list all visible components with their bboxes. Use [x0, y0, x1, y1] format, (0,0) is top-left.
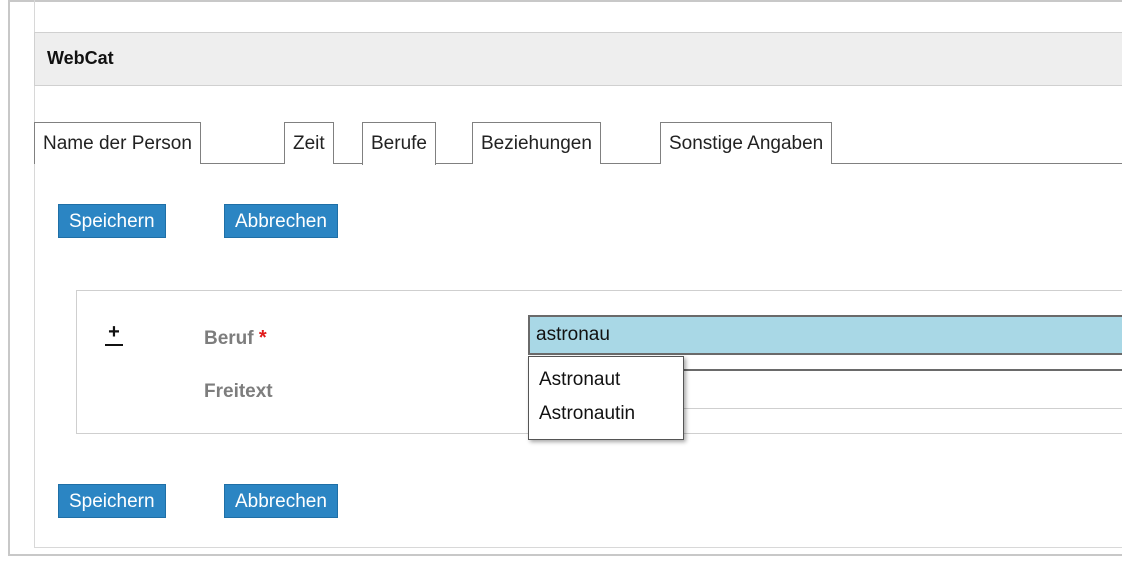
tab-zeit[interactable]: Zeit — [284, 122, 334, 164]
app-title: WebCat — [47, 48, 114, 68]
beruf-input[interactable] — [528, 315, 1122, 355]
tab-bar: Name der Person Zeit Berufe Beziehungen … — [34, 122, 1122, 165]
tab-beziehungen[interactable]: Beziehungen — [472, 122, 601, 164]
save-button-bottom[interactable]: Speichern — [58, 484, 166, 518]
beruf-label: Beruf * — [204, 327, 267, 350]
required-marker: * — [258, 327, 267, 349]
title-bar: WebCat — [34, 32, 1122, 86]
autocomplete-option-astronautin[interactable]: Astronautin — [539, 403, 635, 425]
expand-icon[interactable]: + — [104, 322, 124, 346]
beruf-label-text: Beruf — [204, 328, 254, 349]
tab-sonstige-angaben[interactable]: Sonstige Angaben — [660, 122, 833, 164]
tab-name-der-person[interactable]: Name der Person — [34, 122, 201, 164]
save-button-top[interactable]: Speichern — [58, 204, 166, 238]
freitext-label: Freitext — [204, 381, 273, 402]
autocomplete-option-astronaut[interactable]: Astronaut — [539, 369, 620, 391]
cancel-button-top[interactable]: Abbrechen — [224, 204, 338, 238]
tab-berufe[interactable]: Berufe — [362, 122, 436, 165]
cancel-button-bottom[interactable]: Abbrechen — [224, 484, 338, 518]
autocomplete-dropdown: Astronaut Astronautin — [528, 356, 684, 440]
